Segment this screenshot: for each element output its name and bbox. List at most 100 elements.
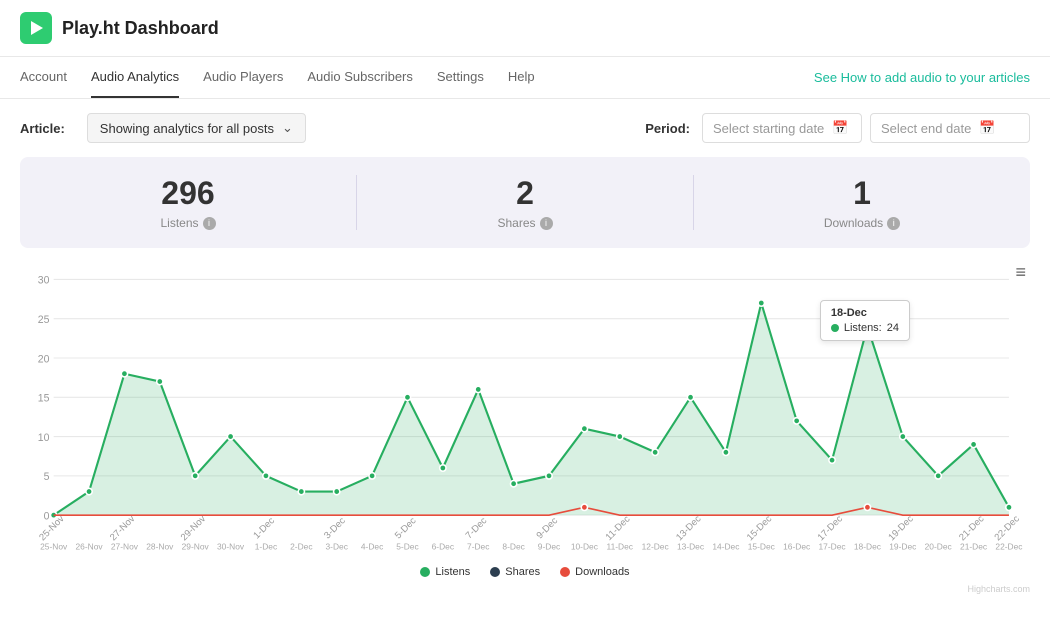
stat-downloads-value: 1 bbox=[694, 175, 1030, 212]
end-date-placeholder: Select end date bbox=[881, 121, 971, 136]
svg-text:15: 15 bbox=[38, 392, 50, 404]
nav-audio-analytics[interactable]: Audio Analytics bbox=[91, 57, 179, 98]
svg-text:25: 25 bbox=[38, 314, 50, 326]
legend-dot-listens bbox=[420, 567, 430, 577]
svg-text:29-Nov: 29-Nov bbox=[182, 541, 210, 551]
play-icon bbox=[27, 19, 45, 37]
svg-text:18-Dec: 18-Dec bbox=[854, 541, 882, 551]
stat-listens: 296 Listens i bbox=[20, 175, 357, 230]
svg-text:10: 10 bbox=[38, 432, 50, 444]
chart-container: ≡ 30252015105025-Nov27-Nov29-Nov1-Dec3-D… bbox=[20, 258, 1030, 558]
svg-text:27-Nov: 27-Nov bbox=[111, 541, 139, 551]
svg-text:6-Dec: 6-Dec bbox=[432, 541, 455, 551]
svg-text:7-Dec: 7-Dec bbox=[467, 541, 490, 551]
line-chart: 30252015105025-Nov27-Nov29-Nov1-Dec3-Dec… bbox=[20, 258, 1030, 558]
svg-text:0: 0 bbox=[44, 510, 50, 522]
logo bbox=[20, 12, 52, 44]
nav-audio-subscribers[interactable]: Audio Subscribers bbox=[307, 57, 413, 98]
svg-text:30-Nov: 30-Nov bbox=[217, 541, 245, 551]
svg-text:7-Dec: 7-Dec bbox=[464, 515, 490, 541]
svg-text:15-Dec: 15-Dec bbox=[748, 541, 776, 551]
article-select[interactable]: Showing analytics for all posts ⌄ bbox=[87, 113, 306, 143]
nav-audio-players[interactable]: Audio Players bbox=[203, 57, 283, 98]
svg-text:9-Dec: 9-Dec bbox=[538, 541, 561, 551]
svg-text:11-Dec: 11-Dec bbox=[604, 514, 633, 543]
svg-text:28-Nov: 28-Nov bbox=[146, 541, 174, 551]
svg-text:1-Dec: 1-Dec bbox=[255, 541, 278, 551]
svg-text:3-Dec: 3-Dec bbox=[325, 541, 348, 551]
svg-text:19-Dec: 19-Dec bbox=[886, 513, 915, 543]
legend-label-downloads: Downloads bbox=[575, 566, 629, 578]
nav-cta-link[interactable]: See How to add audio to your articles bbox=[814, 70, 1030, 85]
nav-settings[interactable]: Settings bbox=[437, 57, 484, 98]
svg-text:22-Dec: 22-Dec bbox=[993, 513, 1022, 543]
svg-text:16-Dec: 16-Dec bbox=[783, 541, 811, 551]
legend-shares: Shares bbox=[490, 566, 540, 578]
start-date-picker[interactable]: Select starting date 📅 bbox=[702, 113, 862, 143]
start-date-placeholder: Select starting date bbox=[713, 121, 824, 136]
svg-text:17-Dec: 17-Dec bbox=[818, 541, 846, 551]
svg-text:13-Dec: 13-Dec bbox=[674, 513, 703, 543]
stat-shares-value: 2 bbox=[357, 175, 693, 212]
nav-account[interactable]: Account bbox=[20, 57, 67, 98]
article-select-value: Showing analytics for all posts bbox=[100, 121, 274, 136]
svg-text:13-Dec: 13-Dec bbox=[677, 541, 705, 551]
svg-text:29-Nov: 29-Nov bbox=[179, 513, 208, 543]
svg-text:15-Dec: 15-Dec bbox=[745, 513, 774, 543]
svg-text:11-Dec: 11-Dec bbox=[607, 541, 634, 551]
listens-info-icon[interactable]: i bbox=[203, 217, 216, 230]
legend-listens: Listens bbox=[420, 566, 470, 578]
svg-text:19-Dec: 19-Dec bbox=[889, 541, 917, 551]
period-section: Period: Select starting date 📅 Select en… bbox=[645, 113, 1030, 143]
chart-wrap: 30252015105025-Nov27-Nov29-Nov1-Dec3-Dec… bbox=[20, 258, 1030, 558]
legend-label-listens: Listens bbox=[435, 566, 470, 578]
svg-text:5-Dec: 5-Dec bbox=[396, 541, 419, 551]
svg-text:17-Dec: 17-Dec bbox=[816, 513, 845, 543]
period-label: Period: bbox=[645, 121, 690, 136]
svg-text:10-Dec: 10-Dec bbox=[571, 541, 599, 551]
stat-listens-value: 296 bbox=[20, 175, 356, 212]
app-header: Play.ht Dashboard bbox=[0, 0, 1050, 57]
legend-dot-shares bbox=[490, 567, 500, 577]
svg-text:2-Dec: 2-Dec bbox=[290, 541, 313, 551]
highcharts-credit: Highcharts.com bbox=[0, 582, 1050, 598]
downloads-info-icon[interactable]: i bbox=[887, 217, 900, 230]
stat-downloads-label: Downloads i bbox=[694, 216, 1030, 230]
chart-legend: Listens Shares Downloads bbox=[0, 558, 1050, 582]
svg-text:25-Nov: 25-Nov bbox=[40, 541, 68, 551]
calendar-icon-end: 📅 bbox=[979, 120, 995, 136]
svg-text:12-Dec: 12-Dec bbox=[642, 541, 670, 551]
legend-dot-downloads bbox=[560, 567, 570, 577]
svg-text:21-Dec: 21-Dec bbox=[960, 541, 988, 551]
svg-text:9-Dec: 9-Dec bbox=[534, 515, 560, 541]
legend-label-shares: Shares bbox=[505, 566, 540, 578]
stat-downloads: 1 Downloads i bbox=[694, 175, 1030, 230]
chevron-down-icon: ⌄ bbox=[282, 120, 293, 136]
svg-text:26-Nov: 26-Nov bbox=[75, 541, 103, 551]
svg-text:27-Nov: 27-Nov bbox=[108, 513, 137, 543]
article-label: Article: bbox=[20, 121, 65, 136]
main-nav: Account Audio Analytics Audio Players Au… bbox=[0, 57, 1050, 99]
end-date-picker[interactable]: Select end date 📅 bbox=[870, 113, 1030, 143]
svg-text:21-Dec: 21-Dec bbox=[957, 513, 986, 543]
svg-text:3-Dec: 3-Dec bbox=[322, 515, 348, 541]
stats-row: 296 Listens i 2 Shares i 1 Downloads i bbox=[20, 157, 1030, 248]
svg-text:1-Dec: 1-Dec bbox=[251, 515, 277, 541]
stat-listens-label: Listens i bbox=[20, 216, 356, 230]
svg-text:5-Dec: 5-Dec bbox=[393, 515, 419, 541]
shares-info-icon[interactable]: i bbox=[540, 217, 553, 230]
svg-text:4-Dec: 4-Dec bbox=[361, 541, 384, 551]
controls-bar: Article: Showing analytics for all posts… bbox=[0, 99, 1050, 157]
svg-text:5: 5 bbox=[44, 471, 50, 483]
stat-shares: 2 Shares i bbox=[357, 175, 694, 230]
legend-downloads: Downloads bbox=[560, 566, 629, 578]
app-title: Play.ht Dashboard bbox=[62, 18, 219, 39]
svg-text:14-Dec: 14-Dec bbox=[712, 541, 740, 551]
svg-text:20-Dec: 20-Dec bbox=[925, 541, 953, 551]
nav-help[interactable]: Help bbox=[508, 57, 535, 98]
svg-text:22-Dec: 22-Dec bbox=[995, 541, 1023, 551]
calendar-icon-start: 📅 bbox=[832, 120, 848, 136]
svg-text:20: 20 bbox=[38, 353, 50, 365]
stat-shares-label: Shares i bbox=[357, 216, 693, 230]
svg-text:8-Dec: 8-Dec bbox=[502, 541, 525, 551]
